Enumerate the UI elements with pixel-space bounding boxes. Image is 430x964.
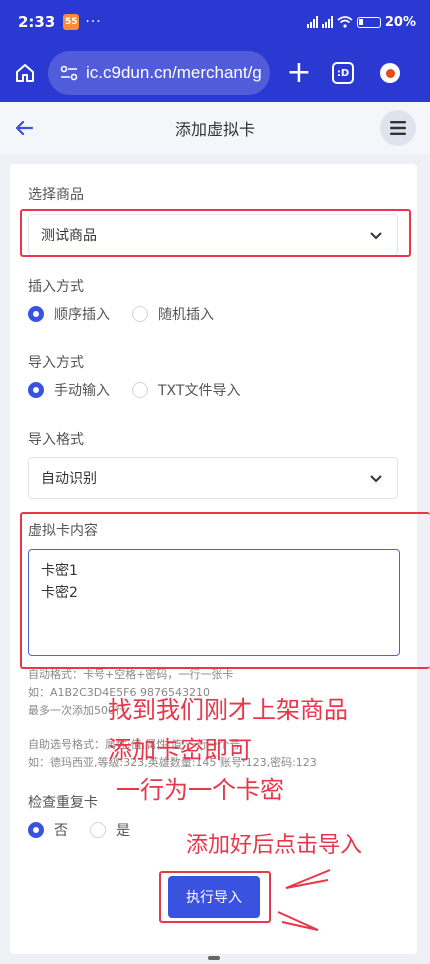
annotation-arrows: [277, 869, 331, 931]
annotation-arrow-lower: [277, 911, 319, 931]
home-indicator: [208, 956, 220, 960]
annotation-arrow-upper: [285, 869, 331, 889]
